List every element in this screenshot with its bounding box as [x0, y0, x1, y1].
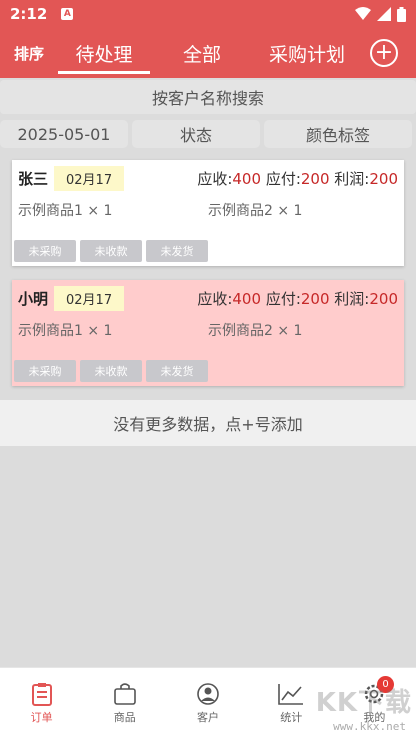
order-list: 张三 02月17 应收:400 应付:200 利润:200 示例商品1 × 1 … [0, 152, 416, 386]
order-amounts: 应收:400 应付:200 利润:200 [197, 169, 398, 188]
order-card[interactable]: 张三 02月17 应收:400 应付:200 利润:200 示例商品1 × 1 … [12, 160, 404, 266]
order-amounts: 应收:400 应付:200 利润:200 [197, 289, 398, 308]
watermark-text: KK下载 [315, 688, 412, 718]
plus-icon: + [374, 40, 394, 65]
order-status-tags: 未采购 未收款 未发货 [14, 240, 208, 262]
customer-name: 张三 [18, 169, 49, 188]
bottom-nav: 订单 商品 客户 统计 我的 0 KK下载 www.kkx.net [0, 667, 416, 739]
no-more-data-hint: 没有更多数据，点+号添加 [0, 400, 416, 446]
goods-item: 示例商品2 × 1 [208, 323, 303, 339]
bag-icon [113, 683, 136, 705]
person-icon [197, 683, 219, 705]
goods-item: 示例商品1 × 1 [18, 323, 113, 339]
search-placeholder: 按客户名称搜索 [151, 89, 264, 108]
order-goods: 示例商品1 × 1 示例商品2 × 1 [18, 200, 398, 224]
customer-search-input[interactable]: 按客户名称搜索 [0, 80, 416, 114]
order-date: 02月17 [54, 285, 125, 311]
tab-pending[interactable]: 待处理 [58, 28, 150, 78]
order-status-tags: 未采购 未收款 未发货 [14, 360, 208, 382]
clipboard-icon [31, 683, 52, 706]
order-date: 02月17 [54, 165, 125, 191]
not-paid-tag[interactable]: 未收款 [80, 360, 142, 382]
status-icons [355, 6, 406, 22]
tab-all[interactable]: 全部 [150, 28, 254, 78]
top-bar: 排序 待处理 全部 采购计划 + [0, 28, 416, 78]
add-order-button[interactable]: + [370, 39, 398, 67]
goods-item: 示例商品1 × 1 [18, 203, 113, 219]
goods-item: 示例商品2 × 1 [208, 203, 303, 219]
color-tag-filter[interactable]: 颜色标签 [264, 120, 412, 148]
nav-customers[interactable]: 客户 [166, 668, 249, 739]
nav-orders[interactable]: 订单 [0, 668, 83, 739]
status-bar: 2:12 A [0, 0, 416, 28]
notification-icon: A [61, 8, 74, 20]
order-card[interactable]: 小明 02月17 应收:400 应付:200 利润:200 示例商品1 × 1 … [12, 280, 404, 386]
battery-icon [397, 6, 406, 22]
wifi-icon [355, 7, 371, 20]
customer-name: 小明 [18, 289, 49, 308]
sort-button[interactable]: 排序 [0, 43, 58, 64]
tab-purchase-plan[interactable]: 采购计划 [254, 28, 360, 78]
watermark-url: www.kkx.net [333, 720, 406, 733]
filter-bar: 2025-05-01 状态 颜色标签 [0, 116, 416, 152]
not-shipped-tag[interactable]: 未发货 [146, 240, 208, 262]
signal-icon [377, 7, 391, 21]
chart-icon [278, 684, 304, 705]
nav-products[interactable]: 商品 [83, 668, 166, 739]
not-shipped-tag[interactable]: 未发货 [146, 360, 208, 382]
date-filter[interactable]: 2025-05-01 [0, 120, 128, 148]
not-purchased-tag[interactable]: 未采购 [14, 240, 76, 262]
status-time: 2:12 [10, 5, 48, 23]
not-paid-tag[interactable]: 未收款 [80, 240, 142, 262]
not-purchased-tag[interactable]: 未采购 [14, 360, 76, 382]
status-filter[interactable]: 状态 [132, 120, 260, 148]
order-goods: 示例商品1 × 1 示例商品2 × 1 [18, 320, 398, 344]
